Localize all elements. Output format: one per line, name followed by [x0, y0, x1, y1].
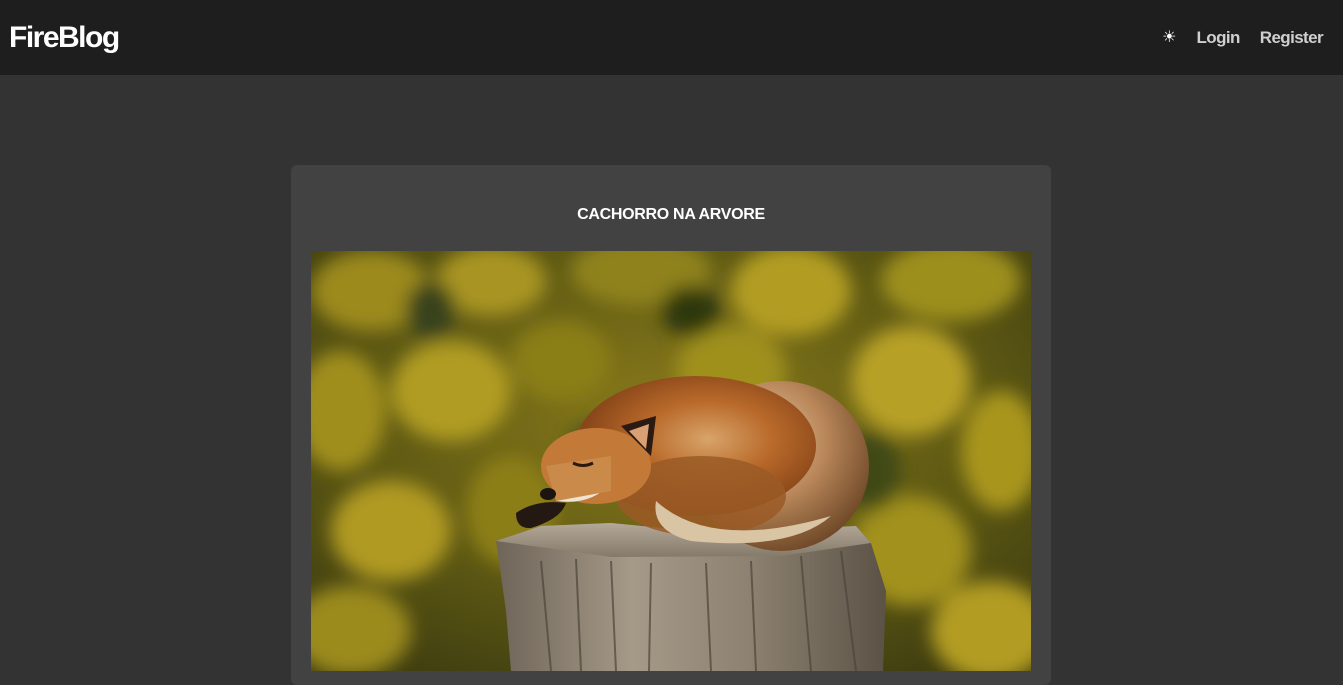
brand-logo[interactable]: FireBlog: [9, 21, 120, 55]
post-card[interactable]: CACHORRO NA ARVORE: [291, 165, 1051, 685]
post-title[interactable]: CACHORRO NA ARVORE: [291, 206, 1051, 224]
nav-actions: ☀ Login Register: [1162, 28, 1323, 48]
register-link[interactable]: Register: [1260, 28, 1324, 48]
navbar: FireBlog ☀ Login Register: [0, 0, 1343, 75]
sun-icon[interactable]: ☀: [1162, 29, 1176, 46]
login-link[interactable]: Login: [1197, 28, 1241, 48]
post-image[interactable]: [311, 251, 1031, 671]
